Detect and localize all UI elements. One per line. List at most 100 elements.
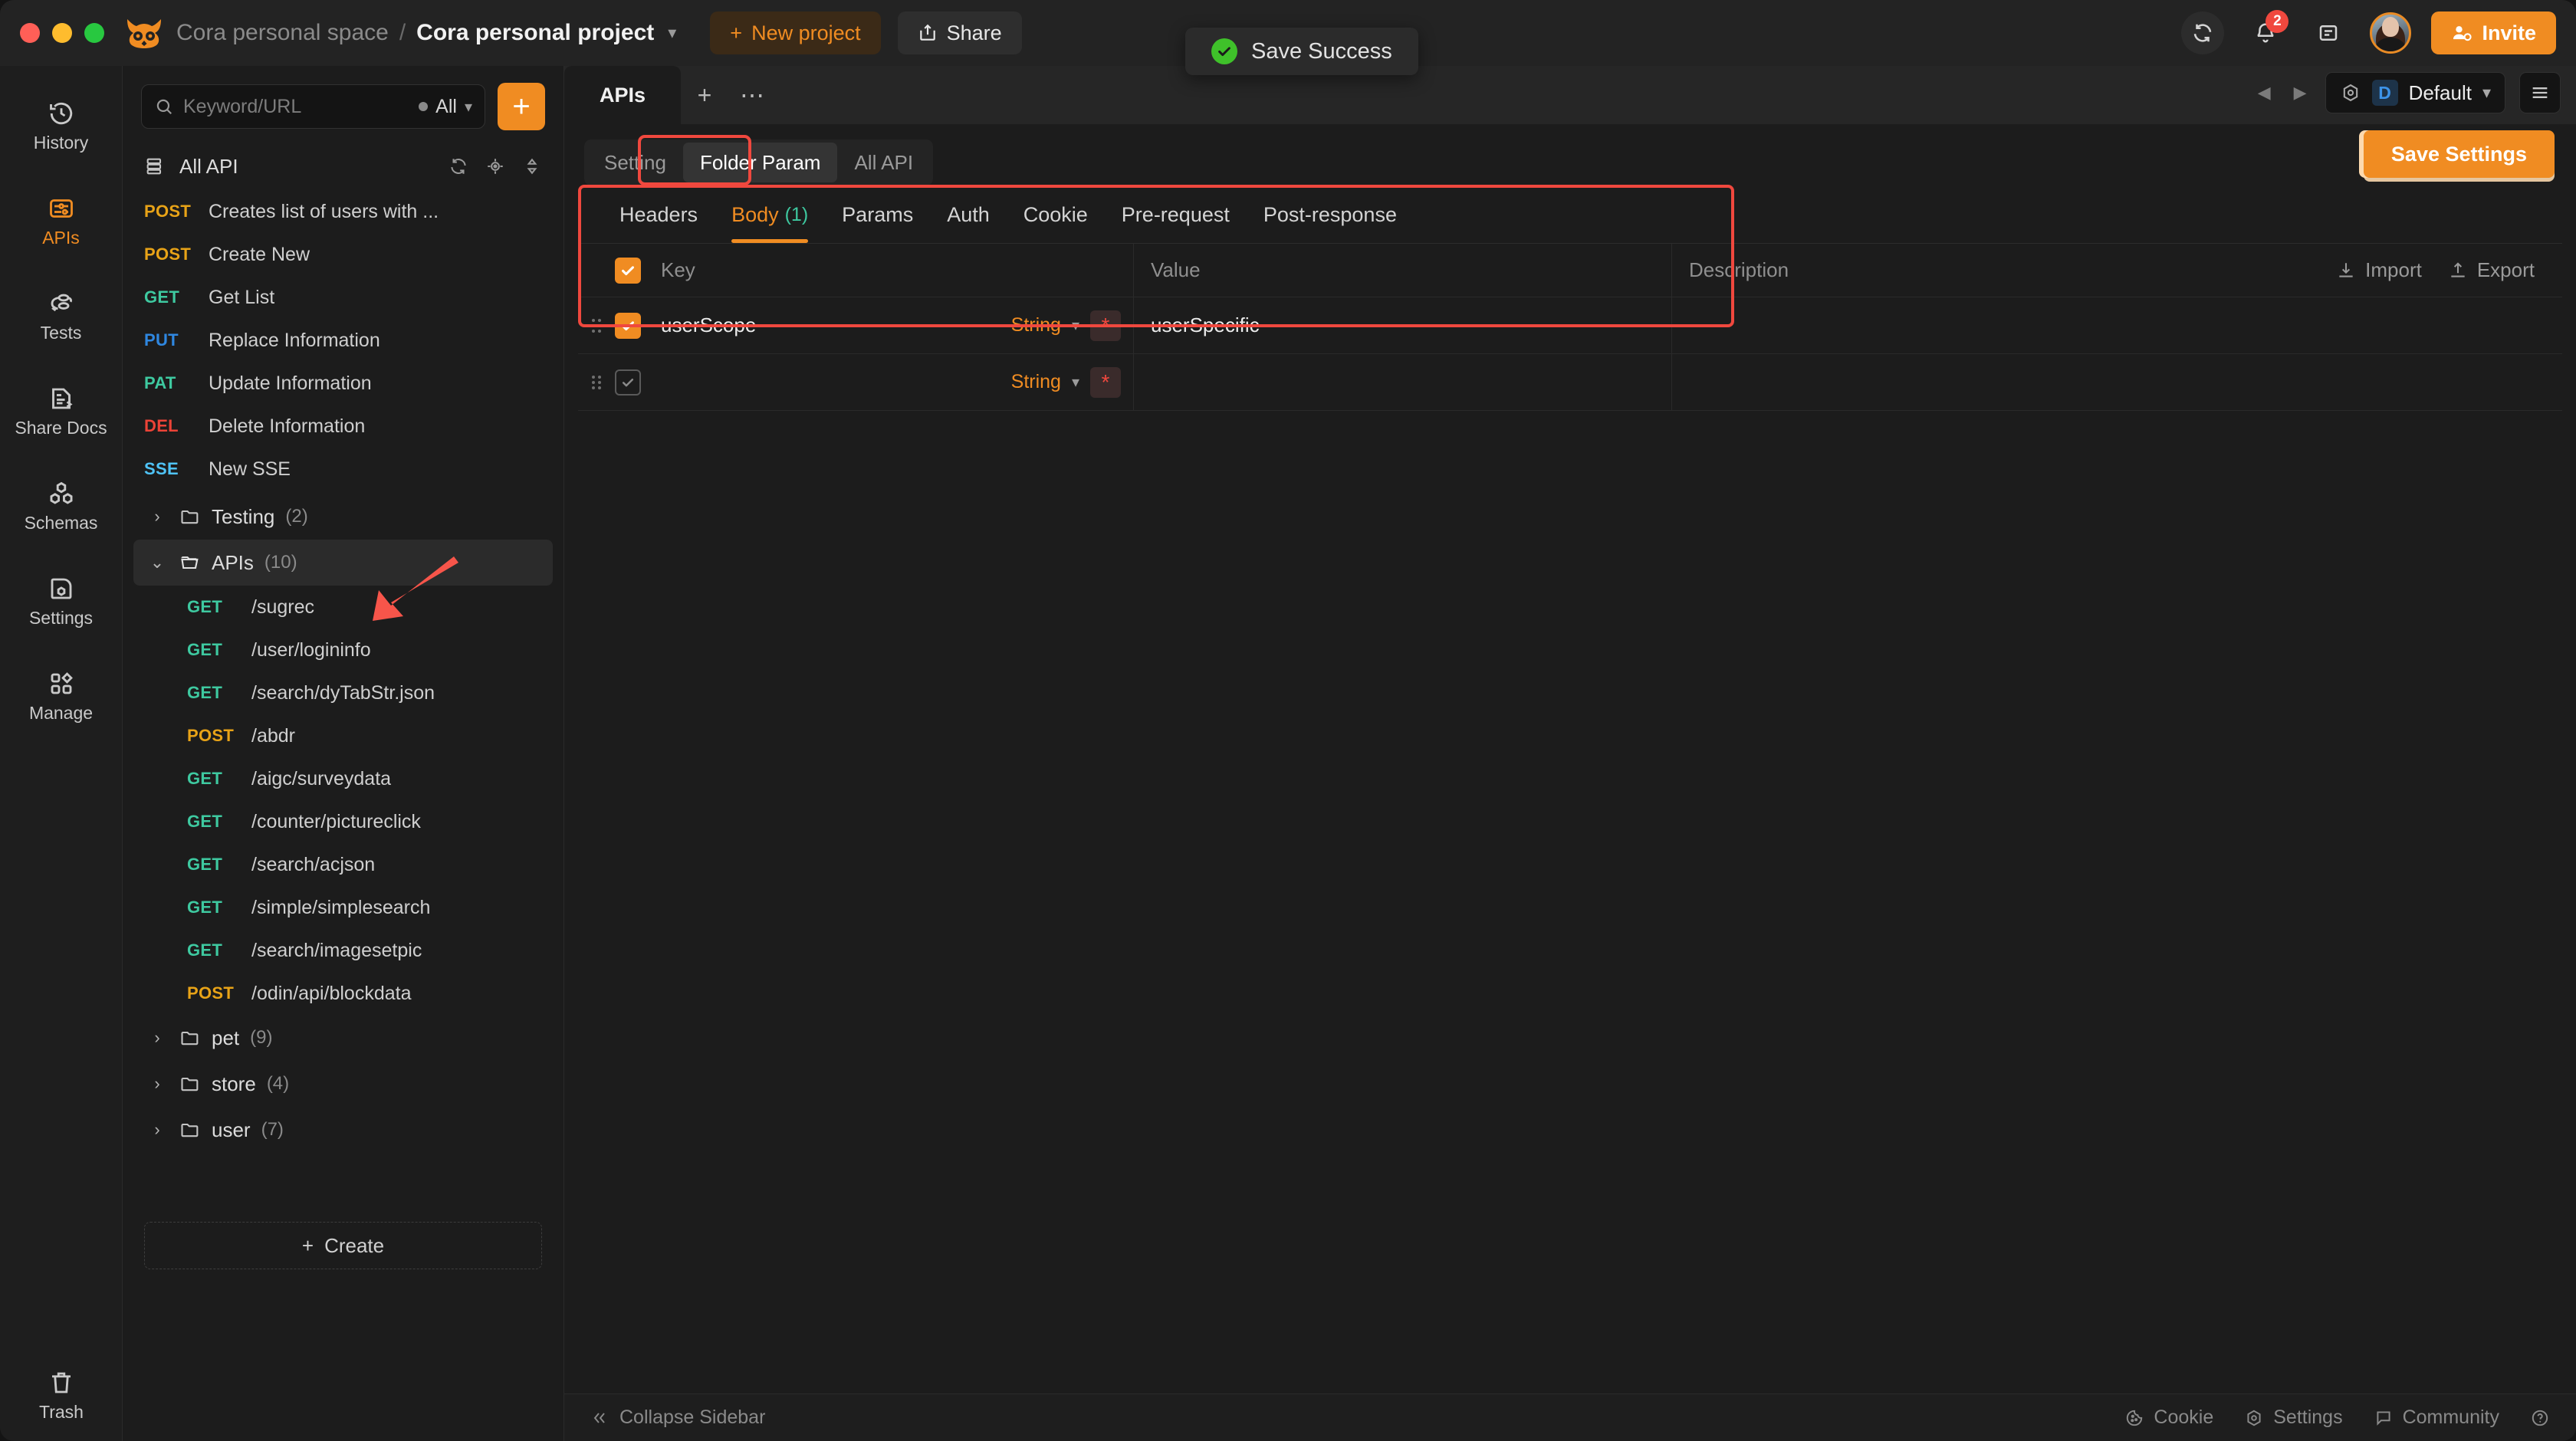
- import-button[interactable]: Import: [2336, 258, 2422, 282]
- breadcrumb-space[interactable]: Cora personal space: [176, 20, 389, 46]
- list-item[interactable]: PUT Replace Information: [123, 319, 564, 362]
- value-cell[interactable]: userSpecific: [1133, 297, 1671, 353]
- tab-next-button[interactable]: ▶: [2289, 83, 2312, 103]
- list-item[interactable]: GET /aigc/surveydata: [123, 757, 564, 800]
- tab-pre-request[interactable]: Pre-request: [1105, 186, 1247, 243]
- list-item[interactable]: POST /abdr: [123, 714, 564, 757]
- tab-apis[interactable]: APIs: [564, 66, 681, 124]
- export-button[interactable]: Export: [2448, 258, 2535, 282]
- chevron-down-icon[interactable]: ▾: [668, 23, 676, 43]
- drag-handle[interactable]: [578, 315, 615, 336]
- select-all-checkbox[interactable]: [615, 257, 641, 284]
- sidebar-item-settings[interactable]: Settings: [0, 564, 123, 638]
- invite-button[interactable]: Invite: [2431, 11, 2556, 54]
- sync-button[interactable]: [2181, 11, 2225, 54]
- all-api-header[interactable]: All API: [123, 143, 564, 190]
- sort-icon[interactable]: [522, 156, 542, 176]
- locate-icon[interactable]: [485, 156, 505, 176]
- row-checkbox[interactable]: [615, 369, 641, 396]
- folder-row-store[interactable]: › store (4): [133, 1061, 553, 1107]
- list-item[interactable]: GET /search/acjson: [123, 843, 564, 886]
- maximize-window-button[interactable]: [84, 23, 104, 43]
- help-button[interactable]: [2530, 1408, 2550, 1428]
- sidebar-item-tests[interactable]: Tests: [0, 279, 123, 353]
- required-toggle[interactable]: *: [1090, 366, 1121, 398]
- list-item[interactable]: GET /simple/simplesearch: [123, 886, 564, 929]
- list-item[interactable]: GET /user/logininfo: [123, 629, 564, 671]
- collapse-sidebar-button[interactable]: Collapse Sidebar: [590, 1407, 765, 1429]
- type-dropdown[interactable]: String ▾ *: [1011, 310, 1133, 341]
- folder-row-pet[interactable]: › pet (9): [133, 1015, 553, 1061]
- list-item[interactable]: GET /search/imagesetpic: [123, 929, 564, 972]
- key-cell[interactable]: String ▾ *: [656, 366, 1133, 398]
- search-input[interactable]: Keyword/URL All ▾: [141, 84, 485, 129]
- folder-row-testing[interactable]: › Testing (2): [133, 494, 553, 540]
- list-item[interactable]: GET /counter/pictureclick: [123, 800, 564, 843]
- notifications-button[interactable]: 2: [2244, 10, 2289, 54]
- sidebar-item-share-docs[interactable]: Share Docs: [0, 374, 123, 448]
- tab-headers[interactable]: Headers: [603, 186, 715, 243]
- sidebar-item-manage[interactable]: Manage: [0, 659, 123, 733]
- list-item[interactable]: GET Get List: [123, 276, 564, 319]
- tab-post-response[interactable]: Post-response: [1247, 186, 1414, 243]
- avatar[interactable]: [2370, 12, 2412, 54]
- sidebar-item-history[interactable]: History: [0, 89, 123, 162]
- tab-setting[interactable]: Setting: [587, 143, 683, 182]
- close-window-button[interactable]: [20, 23, 40, 43]
- share-button[interactable]: Share: [897, 11, 1022, 54]
- new-tab-button[interactable]: +: [681, 66, 728, 124]
- tab-auth[interactable]: Auth: [930, 186, 1007, 243]
- folder-count: (4): [266, 1073, 290, 1094]
- tab-params[interactable]: Params: [825, 186, 930, 243]
- tab-prev-button[interactable]: ◀: [2253, 83, 2275, 103]
- search-filter-dropdown[interactable]: All ▾: [419, 96, 472, 118]
- settings-button[interactable]: Settings: [2244, 1407, 2343, 1429]
- environment-menu-button[interactable]: [2519, 72, 2561, 113]
- description-cell[interactable]: [1671, 297, 2194, 353]
- tab-body[interactable]: Body (1): [715, 186, 825, 243]
- method-badge: POST: [144, 245, 192, 264]
- required-toggle[interactable]: *: [1090, 310, 1121, 341]
- list-item[interactable]: POST Create New: [123, 233, 564, 276]
- list-item[interactable]: DEL Delete Information: [123, 405, 564, 448]
- value-cell[interactable]: [1133, 354, 1671, 410]
- save-settings-button[interactable]: Save Settings: [2363, 130, 2555, 178]
- description-column-header: Description: [1671, 244, 2194, 297]
- sidebar-item-trash[interactable]: Trash: [0, 1369, 123, 1423]
- api-list-panel: Keyword/URL All ▾ + All API POST Creates…: [123, 66, 564, 1441]
- add-api-button[interactable]: +: [498, 83, 545, 130]
- tab-all-api[interactable]: All API: [837, 143, 930, 182]
- list-item[interactable]: POST Creates list of users with ...: [123, 190, 564, 233]
- breadcrumb-project[interactable]: Cora personal project: [416, 20, 654, 46]
- api-name: /user/logininfo: [251, 638, 371, 661]
- tab-more-button[interactable]: ⋯: [728, 66, 776, 124]
- tab-cookie[interactable]: Cookie: [1007, 186, 1105, 243]
- folder-row-apis[interactable]: ⌄ APIs (10): [133, 540, 553, 586]
- new-project-label: New project: [751, 21, 861, 44]
- minimize-window-button[interactable]: [52, 23, 72, 43]
- list-item[interactable]: SSE New SSE: [123, 448, 564, 491]
- docs-button[interactable]: [2307, 11, 2350, 54]
- method-badge: GET: [187, 597, 223, 616]
- list-item[interactable]: GET /search/dyTabStr.json: [123, 671, 564, 714]
- tab-folder-param[interactable]: Folder Param: [682, 143, 838, 182]
- sidebar-item-schemas[interactable]: Schemas: [0, 469, 123, 543]
- environment-selector[interactable]: D Default ▾: [2325, 72, 2505, 113]
- create-button[interactable]: + Create: [144, 1222, 542, 1269]
- export-label: Export: [2476, 258, 2535, 281]
- key-cell[interactable]: userScope String ▾ *: [656, 310, 1133, 341]
- share-icon: [919, 24, 935, 41]
- folder-row-user[interactable]: › user (7): [133, 1107, 553, 1153]
- community-button[interactable]: Community: [2374, 1407, 2499, 1429]
- list-item[interactable]: POST /odin/api/blockdata: [123, 972, 564, 1015]
- list-item[interactable]: GET /sugrec: [123, 586, 564, 629]
- description-cell[interactable]: [1671, 354, 2194, 410]
- cookie-button[interactable]: Cookie: [2124, 1407, 2213, 1429]
- sidebar-item-apis[interactable]: APIs: [0, 184, 123, 258]
- type-dropdown[interactable]: String ▾ *: [1011, 366, 1133, 398]
- list-item[interactable]: PAT Update Information: [123, 362, 564, 405]
- row-checkbox[interactable]: [615, 312, 641, 339]
- new-project-button[interactable]: + New project: [710, 11, 881, 54]
- refresh-icon[interactable]: [449, 156, 468, 176]
- drag-handle[interactable]: [578, 372, 615, 393]
